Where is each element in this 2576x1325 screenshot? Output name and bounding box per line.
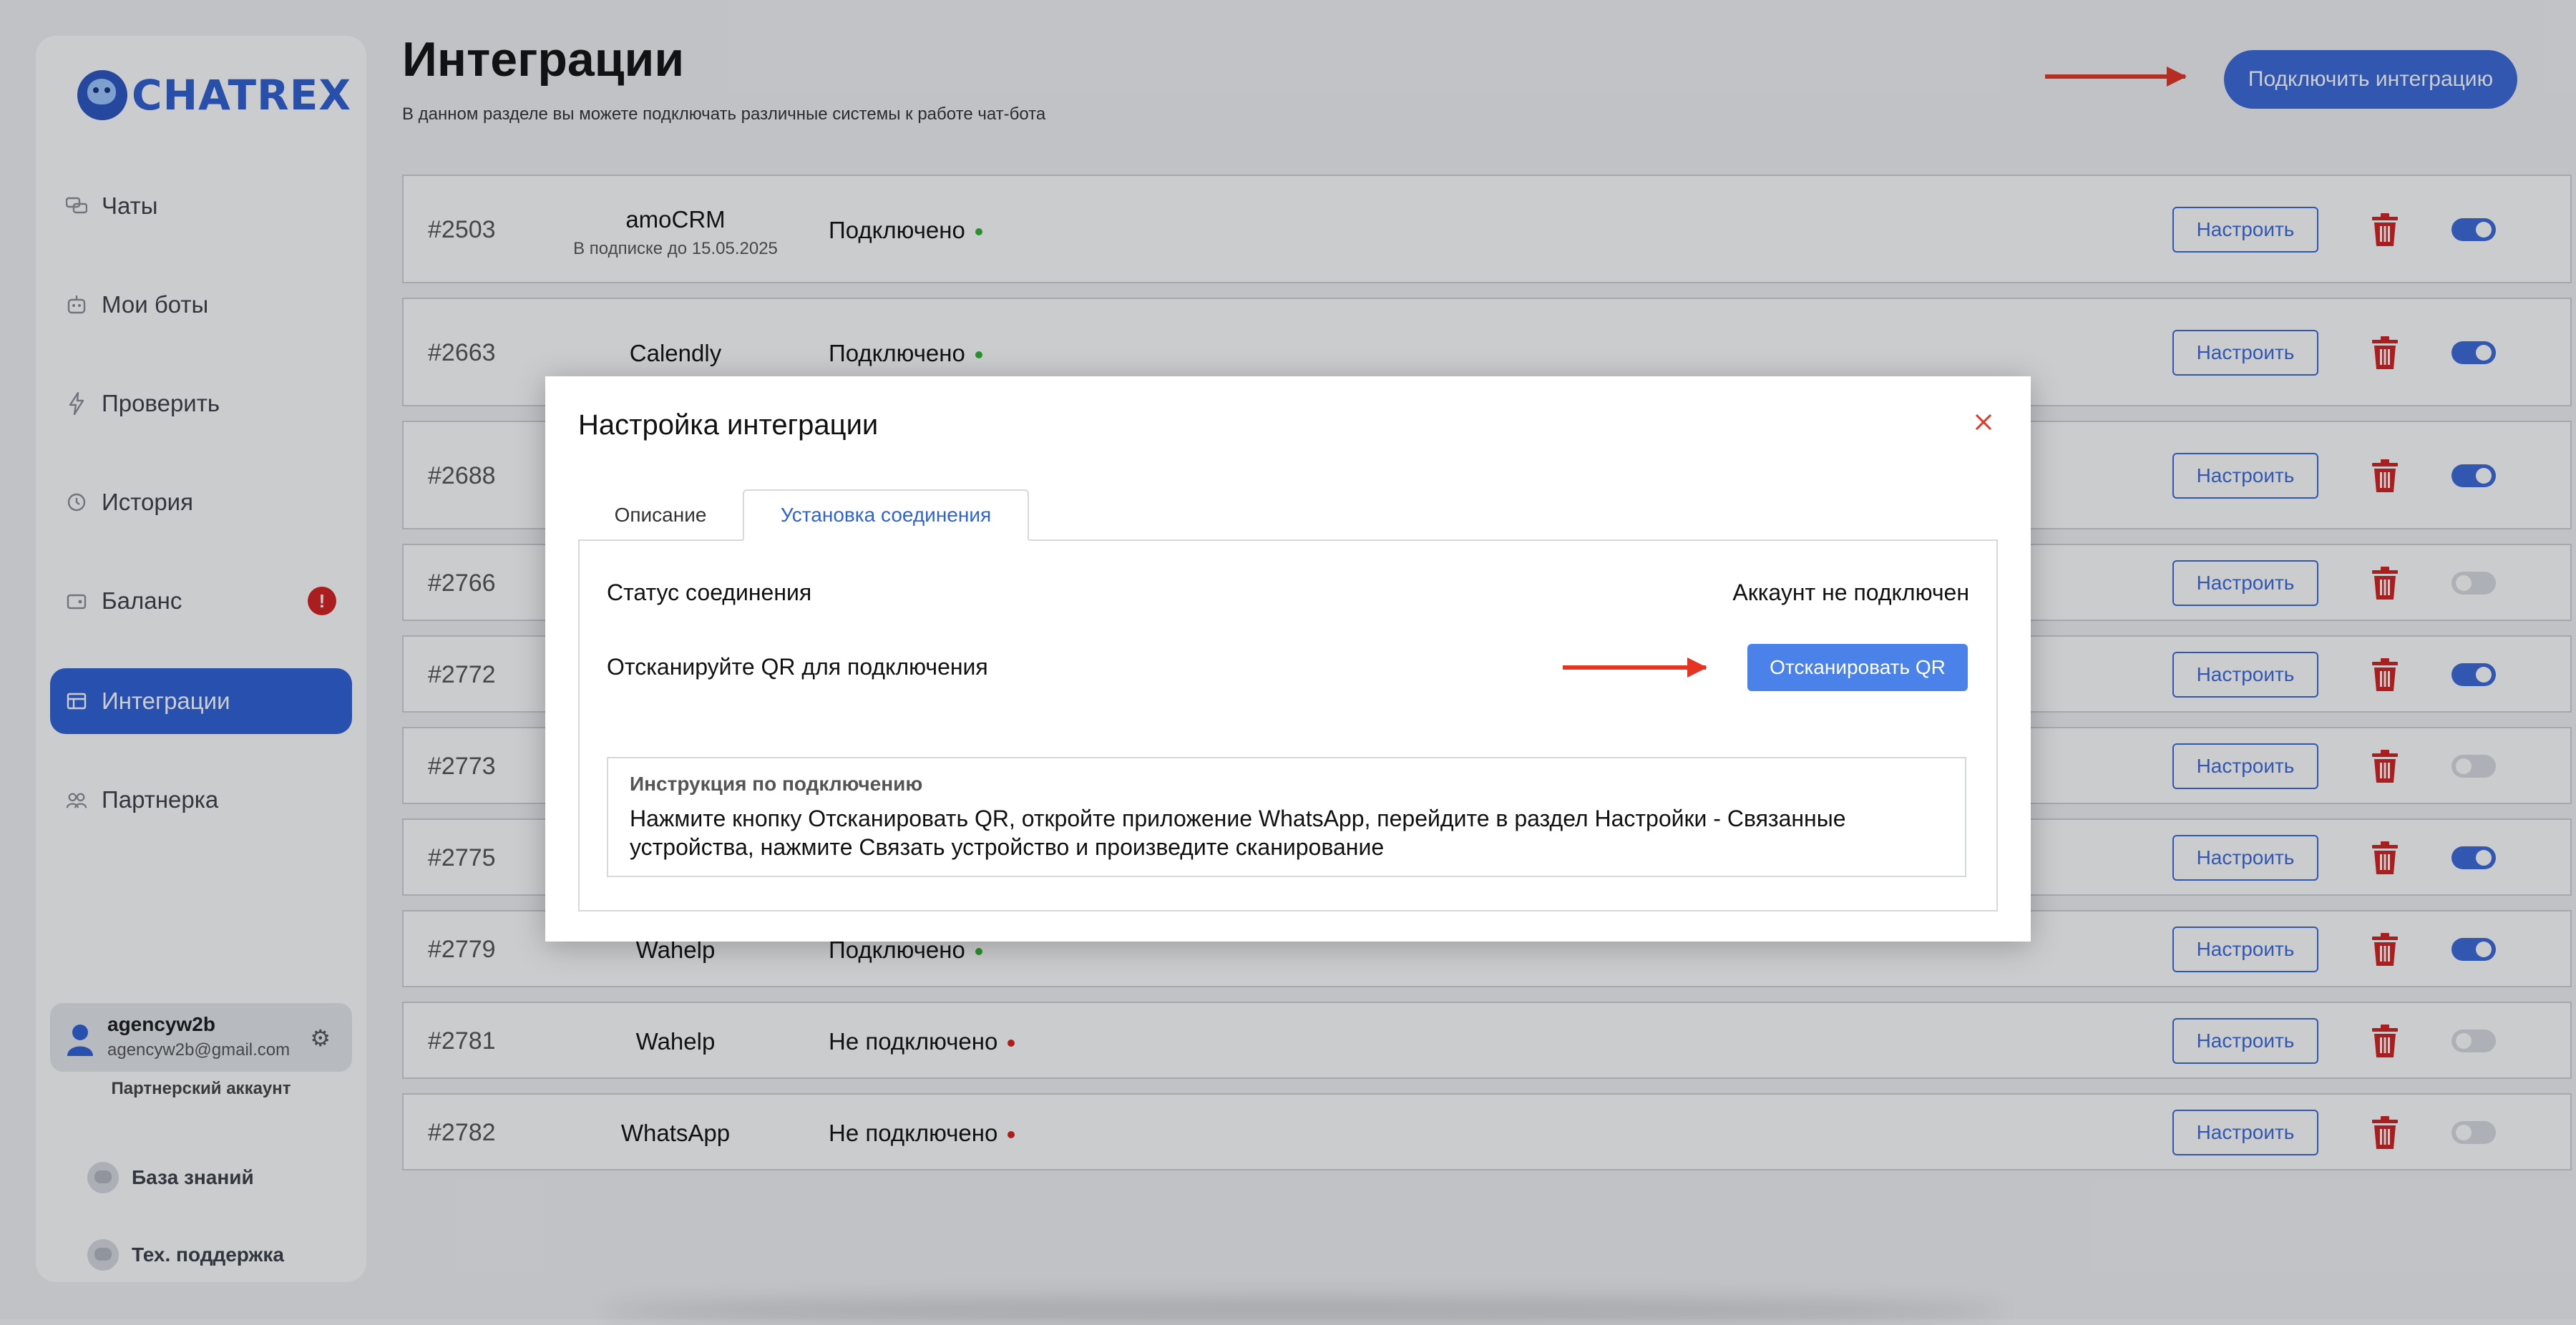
connection-instructions: Инструкция по подключению Нажмите кнопку…: [607, 757, 1966, 877]
tab-description[interactable]: Описание: [578, 489, 743, 541]
tab-connection-setup[interactable]: Установка соединения: [743, 489, 1029, 541]
connection-panel: Статус соединения Аккаунт не подключен О…: [578, 539, 1998, 911]
annotation-arrow: [1563, 657, 1707, 678]
close-icon[interactable]: [1969, 408, 1998, 436]
modal-title: Настройка интеграции: [578, 409, 879, 441]
integration-settings-modal: Настройка интеграции Описание Установка …: [545, 376, 2031, 942]
instructions-text: Нажмите кнопку Отсканировать QR, откройт…: [630, 806, 1846, 860]
connection-status-label: Статус соединения: [607, 580, 812, 605]
scan-qr-button[interactable]: Отсканировать QR: [1747, 644, 1968, 691]
instructions-title: Инструкция по подключению: [630, 773, 923, 795]
scan-qr-label: Отсканируйте QR для подключения: [607, 654, 988, 680]
page-shadow: [601, 1296, 2004, 1325]
connection-status-value: Аккаунт не подключен: [1732, 580, 1969, 605]
